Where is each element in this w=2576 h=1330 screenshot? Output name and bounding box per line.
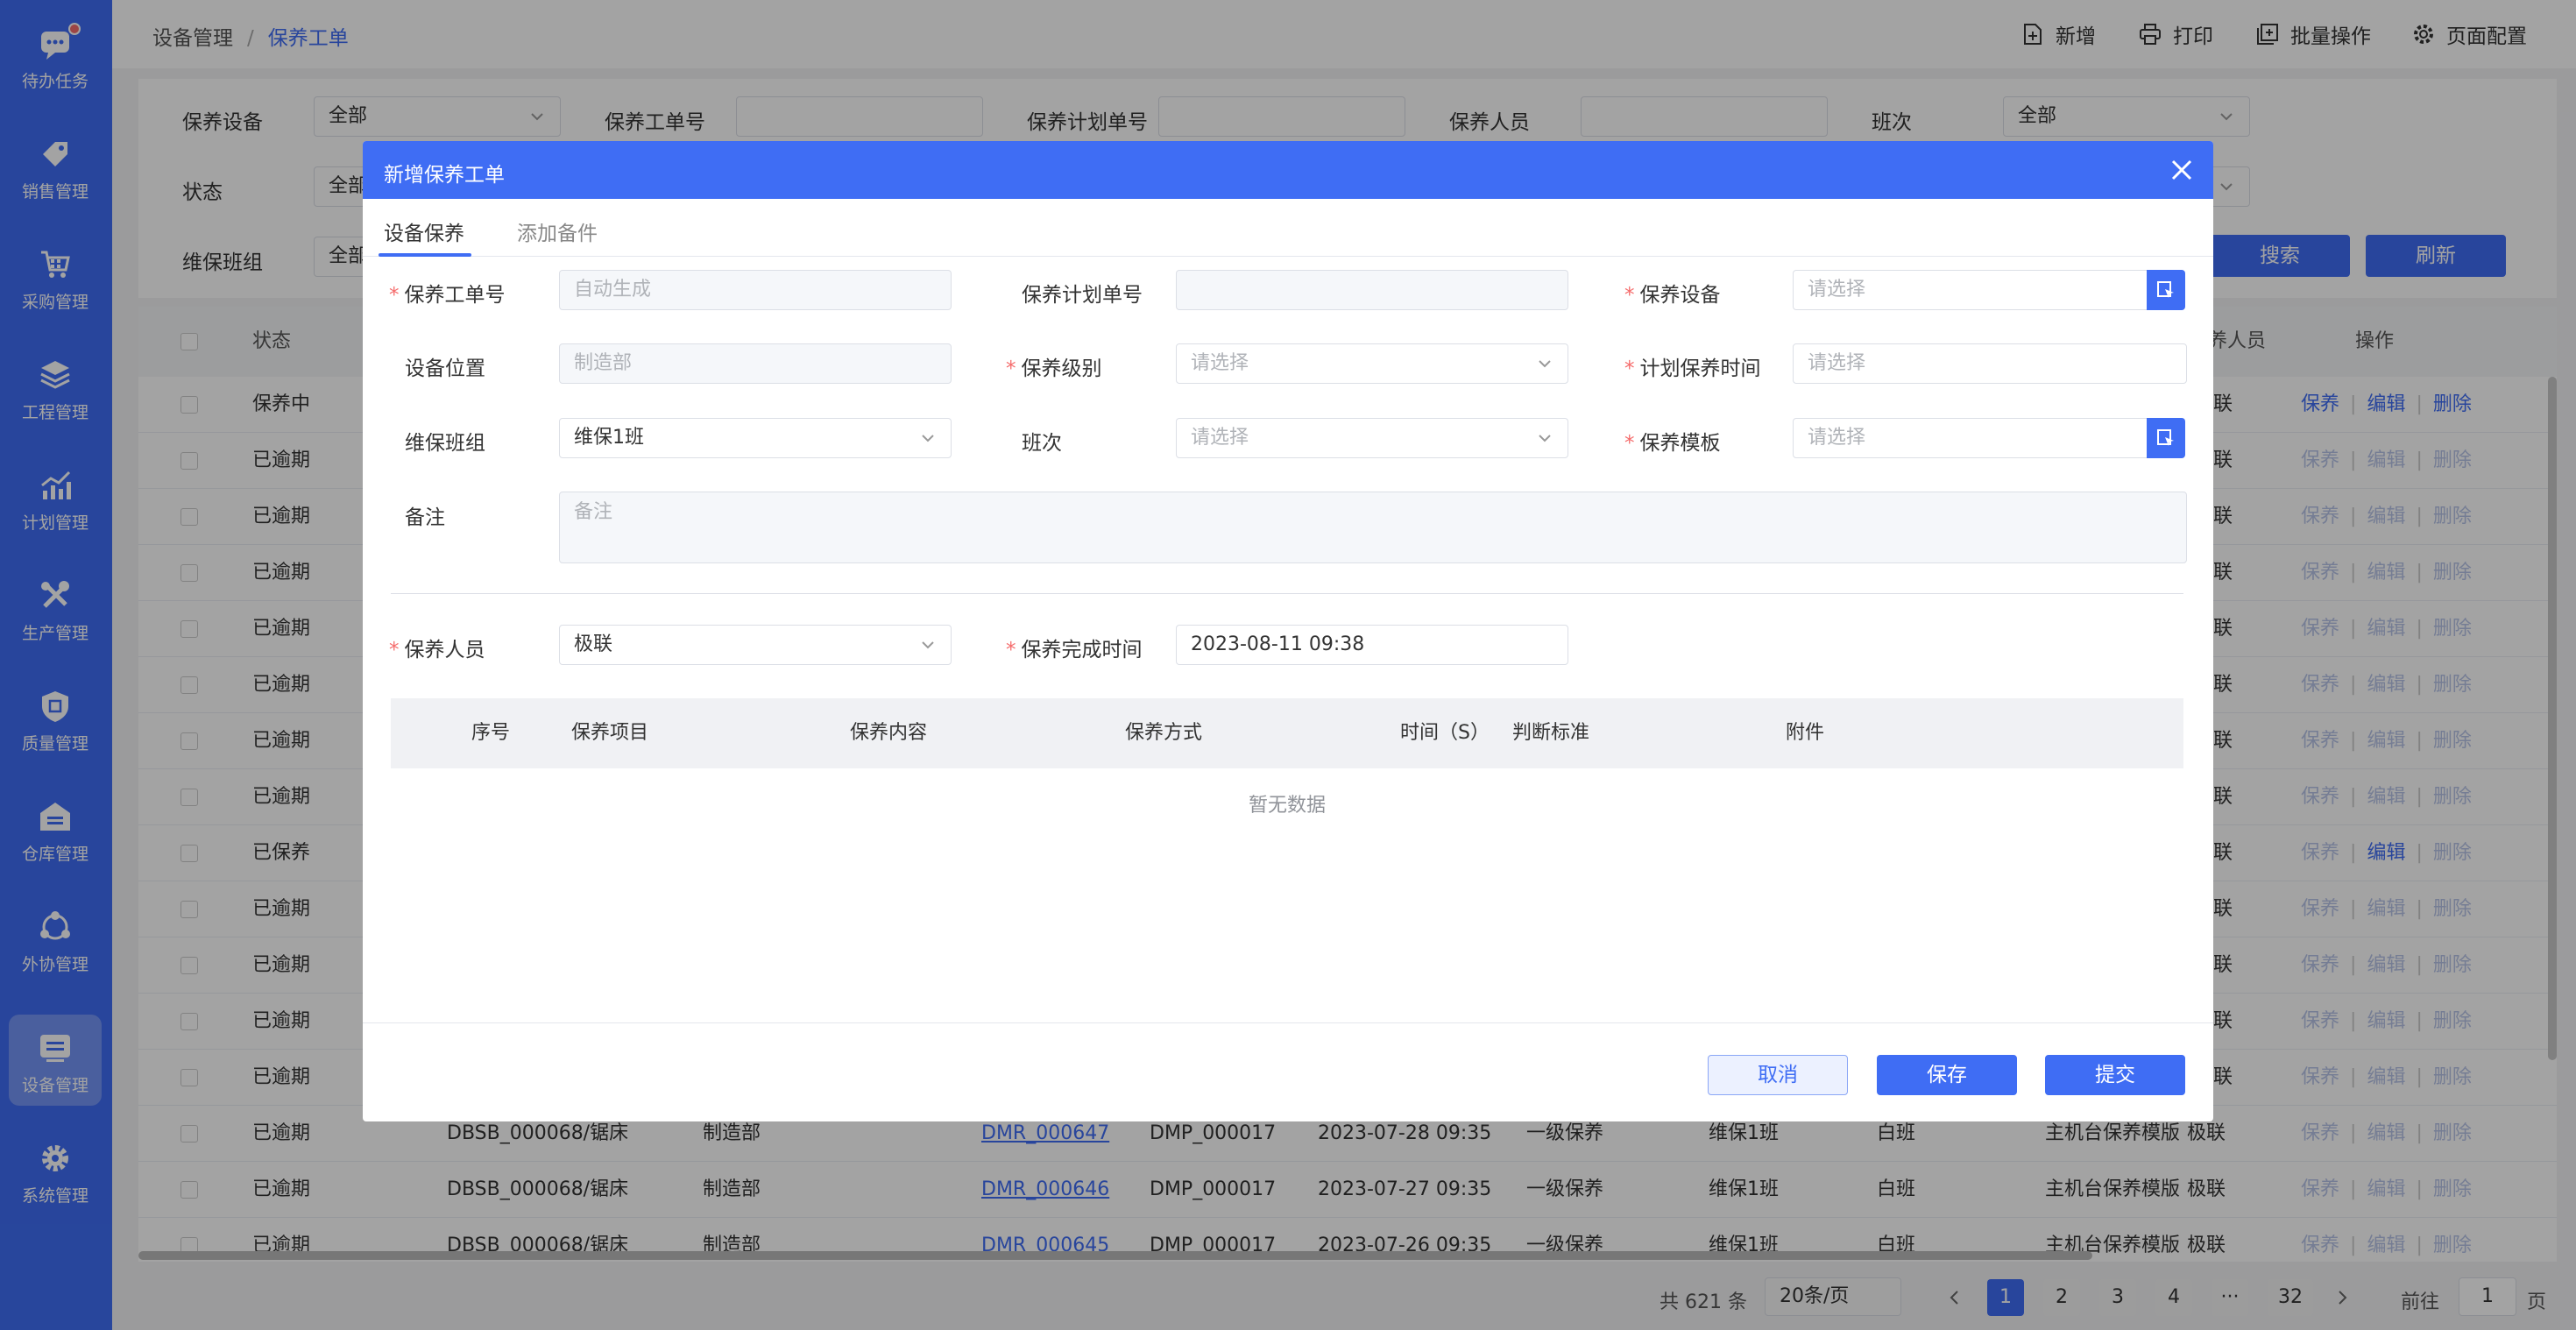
dialog-title: 新增保养工单 (384, 164, 505, 187)
person-select[interactable]: 极联 (559, 625, 952, 665)
plan-time-input[interactable]: 请选择 (1793, 343, 2187, 384)
chevron-down-icon (922, 435, 934, 442)
close-icon[interactable] (2166, 154, 2197, 186)
plan-time-label: * 计划保养时间 (1624, 357, 1761, 380)
submit-button[interactable]: 提交 (2045, 1055, 2185, 1095)
picker-icon (2157, 429, 2174, 446)
shift-label: 班次 (1022, 432, 1062, 455)
col-method: 保养方式 (1125, 722, 1203, 744)
device-select[interactable]: 请选择 (1793, 270, 2148, 310)
order-no-input[interactable]: 自动生成 (559, 270, 952, 310)
template-picker-button[interactable] (2147, 418, 2185, 458)
chevron-down-icon (1539, 360, 1551, 368)
empty-state: 暂无数据 (1248, 795, 1326, 817)
chevron-down-icon (1539, 435, 1551, 442)
app-root: 待办任务 销售管理 采购管理 工程管理 计划管理 生产管理 质量管理 仓库管理 (0, 0, 2576, 1330)
cancel-button[interactable]: 取消 (1708, 1055, 1848, 1095)
device-picker-button[interactable] (2147, 270, 2185, 310)
order-no-label: * 保养工单号 (389, 284, 506, 307)
col-content: 保养内容 (850, 722, 928, 744)
col-criteria: 判断标准 (1512, 722, 1590, 744)
chevron-down-icon (922, 641, 934, 649)
save-button[interactable]: 保存 (1877, 1055, 2017, 1095)
device-label: * 保养设备 (1624, 284, 1721, 307)
team-select[interactable]: 维保1班 (559, 418, 952, 458)
done-time-input[interactable]: 2023-08-11 09:38 (1176, 625, 1568, 665)
location-input[interactable]: 制造部 (559, 343, 952, 384)
team-label: 维保班组 (405, 432, 485, 455)
col-item: 保养项目 (571, 722, 649, 744)
active-tab-indicator (379, 253, 471, 257)
col-index: 序号 (471, 722, 511, 744)
plan-no-label: 保养计划单号 (1022, 284, 1143, 307)
new-order-dialog: 新增保养工单 设备保养 添加备件 * 保养工单号 自动生成 保养计划单号 * 保养设… (363, 141, 2213, 1121)
location-label: 设备位置 (405, 357, 485, 380)
shift-select[interactable]: 请选择 (1176, 418, 1568, 458)
level-select[interactable]: 请选择 (1176, 343, 1568, 384)
tab-add-parts[interactable]: 添加备件 (517, 216, 598, 246)
col-time: 时间（S） (1400, 722, 1490, 744)
person-label: * 保养人员 (389, 639, 485, 661)
remark-label: 备注 (405, 506, 445, 529)
col-attachment: 附件 (1786, 722, 1825, 744)
template-label: * 保养模板 (1624, 432, 1721, 455)
dialog-header: 新增保养工单 (363, 141, 2213, 199)
done-time-label: * 保养完成时间 (1006, 639, 1143, 661)
tab-device-maintenance[interactable]: 设备保养 (384, 216, 464, 246)
template-select[interactable]: 请选择 (1793, 418, 2148, 458)
dialog-footer: 取消 保存 提交 (363, 1022, 2213, 1121)
remark-textarea[interactable]: 备注 (559, 492, 2187, 563)
section-divider (391, 593, 2183, 594)
plan-no-input[interactable] (1176, 270, 1568, 310)
picker-icon (2157, 281, 2174, 298)
level-label: * 保养级别 (1006, 357, 1102, 380)
items-table-header: 序号 保养项目 保养内容 保养方式 时间（S） 判断标准 附件 (391, 698, 2183, 768)
dialog-tabs: 设备保养 添加备件 (363, 199, 2213, 257)
